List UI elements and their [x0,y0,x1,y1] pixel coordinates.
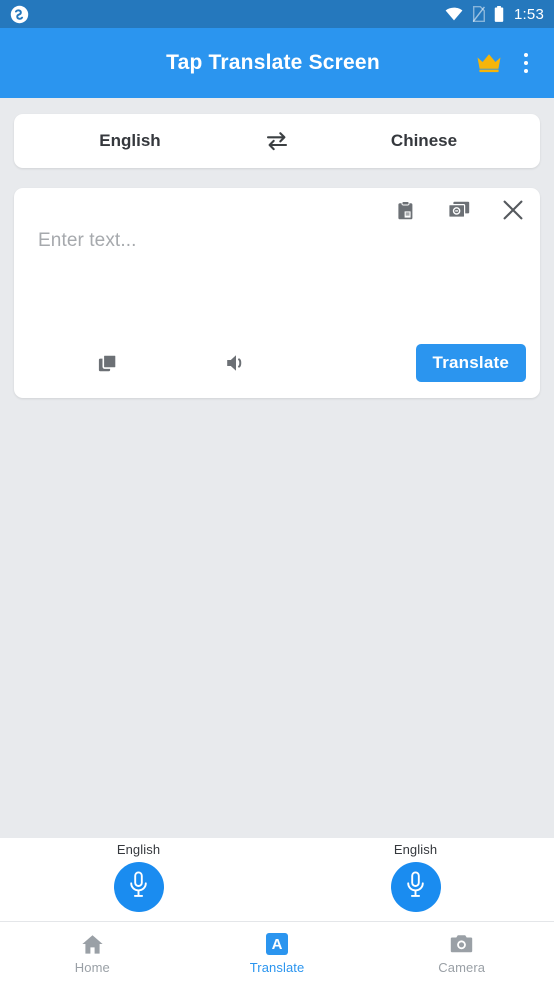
language-selector-bar: English Chinese [14,114,540,168]
camera-icon [450,933,473,955]
text-input-area[interactable]: Enter text... [14,230,540,330]
status-time: 1:53 [514,5,544,23]
mic-label-right: English [393,842,438,857]
nav-item-translate[interactable]: A Translate [185,922,370,986]
mic-group-left: English [0,838,277,921]
image-gallery-icon[interactable] [446,197,472,223]
translate-button[interactable]: Translate [415,344,526,382]
wifi-icon [445,7,463,21]
source-language-button[interactable]: English [14,114,246,168]
input-toolbar [392,197,526,223]
microphone-button-right[interactable] [390,862,441,912]
status-bar-right: 1:53 [445,6,544,22]
nav-label-camera: Camera [438,960,486,975]
mic-label-left: English [116,842,161,857]
main-content: English Chinese Enter text... Translate [0,98,554,838]
microphone-panel: English English [0,838,554,921]
speaker-icon[interactable] [217,343,257,383]
battery-icon [494,6,504,22]
sync-notification-icon [10,5,29,24]
app-bar-actions [476,50,540,76]
bottom-navigation: Home A Translate Camera [0,921,554,986]
close-icon[interactable] [500,197,526,223]
text-input-card: Enter text... Translate [14,188,540,398]
copy-icon[interactable] [87,343,127,383]
text-input-placeholder[interactable]: Enter text... [38,230,516,252]
more-vertical-icon[interactable] [516,50,536,76]
paste-clipboard-icon[interactable] [392,197,418,223]
microphone-icon [404,871,427,903]
swap-horizontal-icon[interactable] [246,114,308,168]
nav-label-translate: Translate [249,960,305,975]
app-bar: Tap Translate Screen [0,28,554,98]
target-language-button[interactable]: Chinese [308,114,540,168]
status-bar: 1:53 [0,0,554,28]
translate-a-icon: A [266,933,288,955]
microphone-icon [127,871,150,903]
mic-group-right: English [277,838,554,921]
nav-item-home[interactable]: Home [0,922,185,986]
crown-icon[interactable] [476,52,502,74]
page-title: Tap Translate Screen [166,51,380,74]
nav-item-camera[interactable]: Camera [369,922,554,986]
input-card-footer: Translate [14,342,540,384]
no-sim-icon [472,6,485,22]
microphone-button-left[interactable] [113,862,164,912]
nav-label-home: Home [74,960,110,975]
home-icon [81,933,104,955]
status-bar-left [10,5,29,24]
